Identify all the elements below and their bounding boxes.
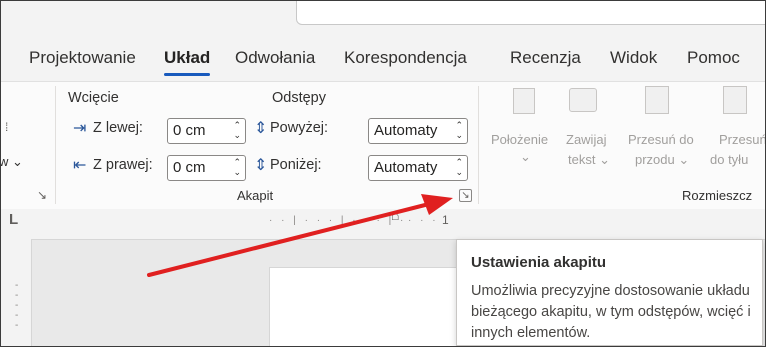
wrap-text-icon [569, 88, 597, 112]
indent-left-label: Z lewej: [93, 120, 143, 136]
dialog-launcher-icon[interactable]: ↘ [37, 188, 49, 202]
group-divider [478, 86, 479, 204]
bring-forward-icon [645, 86, 669, 114]
spacing-title: Odstępy [272, 90, 326, 106]
indent-right-icon: ⇤ [73, 157, 87, 174]
tab-projektowanie[interactable]: Projektowanie [29, 48, 136, 68]
wrap-text-label-1[interactable]: Zawijaj [566, 132, 606, 147]
send-backward-label-2[interactable]: do tyłu [710, 152, 748, 167]
partial-dropdown[interactable]: w ⌄ [1, 154, 23, 170]
ruler-ticks-2: · · · [408, 215, 439, 226]
spacing-before-icon: ⇕ [254, 120, 268, 137]
indent-left-value: 0 cm [173, 122, 206, 139]
indent-title: Wcięcie [68, 90, 119, 106]
indent-left-spinner[interactable]: 0 cm ⌃ ⌄ [167, 118, 246, 144]
send-backward-label-1[interactable]: Przesuń [719, 132, 765, 147]
tab-odwolania[interactable]: Odwołania [235, 48, 315, 68]
spacing-after-value: Automaty [374, 159, 438, 176]
vertical-ruler-ticks: ----- [15, 280, 19, 331]
spacing-after-icon: ⇕ [254, 157, 268, 174]
spacing-before-spinner[interactable]: Automaty ⌃ ⌄ [368, 118, 468, 144]
indent-right-label: Z prawej: [93, 157, 153, 173]
tab-widok[interactable]: Widok [610, 48, 657, 68]
group-label-paragraph: Akapit [237, 188, 274, 203]
ribbon-tab-bar: Projektowanie Układ Odwołania Koresponde… [1, 45, 765, 76]
spacing-after-label: Poniżej: [270, 157, 322, 173]
bring-forward-label-1[interactable]: Przesuń do [628, 132, 694, 147]
position-label[interactable]: Położenie [491, 132, 548, 147]
spinner-arrows-icon[interactable]: ⌃ ⌄ [455, 120, 463, 140]
partial-separator-mark: ⁞ [5, 120, 9, 134]
tooltip-title: Ustawienia akapitu [471, 254, 607, 271]
tab-korespondencja[interactable]: Korespondencja [344, 48, 467, 68]
spacing-before-label: Powyżej: [270, 120, 329, 136]
tooltip: Ustawienia akapitu Umożliwia precyzyjne … [456, 239, 763, 346]
tab-recenzja[interactable]: Recenzja [510, 48, 581, 68]
group-label-arrange: Rozmieszcz [682, 188, 753, 203]
group-divider [55, 86, 56, 204]
indent-right-value: 0 cm [173, 159, 206, 176]
ribbon-panel: w ⌄ ⁞ ↘ Wcięcie ⇥ Z lewej: 0 cm ⌃⌄ ⇤ Z p… [1, 81, 765, 210]
wrap-text-label-2-text: tekst [568, 152, 596, 167]
tab-selector-icon[interactable]: L [9, 211, 18, 228]
vertical-ruler[interactable]: ----- [1, 239, 32, 346]
spacing-before-value: Automaty [374, 122, 438, 139]
position-icon [513, 88, 535, 114]
title-bar-search-box[interactable] [296, 1, 765, 25]
tab-pomoc[interactable]: Pomoc [687, 48, 740, 68]
tab-uklad[interactable]: Układ [164, 48, 211, 76]
paragraph-settings-launcher-icon[interactable]: ↘ [459, 189, 472, 202]
indent-left-icon: ⇥ [73, 120, 87, 137]
ruler-number: 1 [442, 213, 449, 227]
wrap-text-label-2[interactable]: tekst ⌄ [568, 152, 610, 168]
indent-marker-icon[interactable]: ⌂ [391, 207, 399, 223]
bring-forward-label-2-text: przodu [635, 152, 675, 167]
send-backward-icon [723, 86, 747, 114]
spinner-arrows-icon[interactable]: ⌃ ⌄ [233, 157, 241, 177]
ruler-ticks: · · | · · · | · · · | · [269, 215, 407, 226]
bring-forward-label-2[interactable]: przodu ⌄ [635, 152, 689, 168]
spacing-after-spinner[interactable]: Automaty ⌃ ⌄ [368, 155, 468, 181]
tooltip-description: Umożliwia precyzyjne dostosowanie układu… [471, 283, 751, 341]
partial-dropdown-label: w [1, 154, 8, 169]
word-window: Projektowanie Układ Odwołania Koresponde… [0, 0, 766, 347]
indent-right-spinner[interactable]: 0 cm ⌃ ⌄ [167, 155, 246, 181]
spinner-arrows-icon[interactable]: ⌃ ⌄ [455, 157, 463, 177]
chevron-down-icon: ⌄ [12, 154, 23, 169]
horizontal-ruler[interactable]: L · · | · · · | · · · | · ⌂ · · · 1 [1, 207, 765, 240]
chevron-down-icon: ⌄ [520, 149, 531, 164]
spinner-arrows-icon[interactable]: ⌃ ⌄ [233, 120, 241, 140]
